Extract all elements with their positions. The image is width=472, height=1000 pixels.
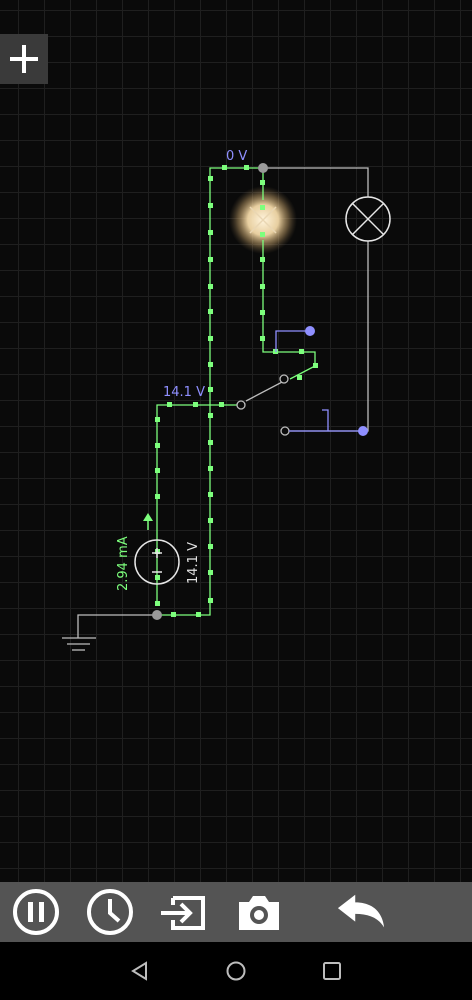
system-navigation-bar	[0, 942, 472, 1000]
lamp-unlit[interactable]	[345, 196, 391, 242]
source-current-label: 2.94 mA	[116, 536, 131, 591]
home-icon	[226, 961, 246, 981]
camera-icon	[239, 896, 279, 930]
top-node-voltage-label: 0 V	[226, 149, 247, 164]
switch-upper[interactable]	[236, 326, 315, 410]
recents-icon	[323, 962, 341, 980]
node-top[interactable]	[258, 163, 268, 173]
undo-button[interactable]	[336, 888, 386, 936]
simulation-toolbar	[0, 882, 472, 942]
timing-button[interactable]	[85, 888, 135, 936]
back-button[interactable]	[123, 954, 157, 988]
pause-icon	[13, 889, 59, 935]
back-icon	[131, 961, 147, 981]
export-icon	[161, 896, 205, 930]
pause-button[interactable]	[11, 888, 61, 936]
circuit-diagram: 0 V 14.1 V 2.94 mA 14.1 V	[62, 149, 391, 651]
mid-node-voltage-label: 14.1 V	[163, 385, 205, 400]
screenshot-button[interactable]	[234, 888, 284, 936]
undo-icon	[337, 894, 385, 928]
clock-icon	[87, 889, 133, 935]
export-button[interactable]	[158, 888, 208, 936]
home-button[interactable]	[219, 954, 253, 988]
node-bottom[interactable]	[152, 610, 162, 620]
ground-symbol[interactable]	[62, 637, 96, 651]
recents-button[interactable]	[315, 954, 349, 988]
source-voltage-label: 14.1 V	[186, 542, 201, 584]
switch-lower[interactable]	[280, 409, 368, 436]
